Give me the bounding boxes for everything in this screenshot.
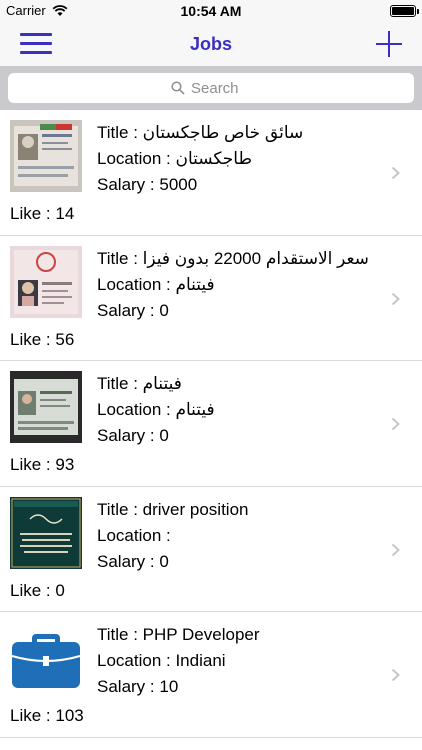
battery-icon [390,5,419,17]
job-title: Title : PHP Developer [97,625,260,645]
job-item[interactable]: Title : driver position Location : Salar… [0,487,422,613]
search-bar [0,66,422,110]
job-likes: Like : 93 [10,455,75,475]
job-salary: Salary : 10 [97,677,179,697]
job-item[interactable]: Title : PHP Developer Location : Indiani… [0,612,422,738]
job-location: Location : فيتنام [97,400,215,420]
status-bar: Carrier 10:54 AM [0,0,422,22]
job-thumbnail [10,496,82,569]
briefcase-icon [10,622,82,694]
job-item[interactable]: Title : سعر الاستقدام 22000 بدون فيزا Lo… [0,236,422,362]
chevron-right-icon [391,417,400,431]
job-thumbnail [10,245,82,318]
job-details: Title : فيتنام Location : فيتنام Salary … [97,371,215,449]
job-location: Location : Indiani [97,651,226,671]
search-field[interactable] [8,73,414,103]
page-title: Jobs [189,34,232,54]
job-likes: Like : 56 [10,329,75,349]
navigation-bar: Jobs [0,22,422,66]
job-likes: Like : 103 [10,706,84,726]
chevron-right-icon [391,166,400,180]
add-job-button[interactable] [376,31,402,57]
job-likes: Like : 0 [10,580,65,600]
job-details: Title : سائق خاص طاجكستان Location : طاج… [97,120,303,198]
job-title: Title : driver position [97,499,249,519]
job-salary: Salary : 0 [97,426,169,446]
chevron-right-icon [391,669,400,682]
job-title: Title : سائق خاص طاجكستان [97,123,304,142]
job-list: Title : سائق خاص طاجكستان Location : طاج… [0,110,422,738]
job-thumbnail [10,371,82,444]
job-likes: Like : 14 [10,204,75,223]
search-input[interactable] [191,79,251,97]
job-location: Location : [97,525,171,545]
job-item[interactable]: Title : فيتنام Location : فيتنام Salary … [0,361,422,487]
job-title: Title : فيتنام [97,374,182,394]
clock: 10:54 AM [180,3,242,19]
job-details: Title : PHP Developer Location : Indiani… [97,622,260,700]
job-details: Title : driver position Location : Salar… [97,497,248,575]
job-salary: Salary : 0 [97,551,169,571]
job-item[interactable]: Title : سائق خاص طاجكستان Location : طاج… [0,110,422,236]
job-location: Location : طاجكستان [97,149,253,168]
job-salary: Salary : 5000 [97,175,198,194]
search-icon [171,81,185,95]
job-salary: Salary : 0 [97,300,169,320]
job-location: Location : فيتنام [97,274,215,294]
chevron-right-icon [391,543,400,557]
job-thumbnail [10,120,82,192]
job-title: Title : سعر الاستقدام 22000 بدون فيزا [97,248,369,268]
chevron-right-icon [391,292,400,305]
job-details: Title : سعر الاستقدام 22000 بدون فيزا Lo… [97,246,369,324]
